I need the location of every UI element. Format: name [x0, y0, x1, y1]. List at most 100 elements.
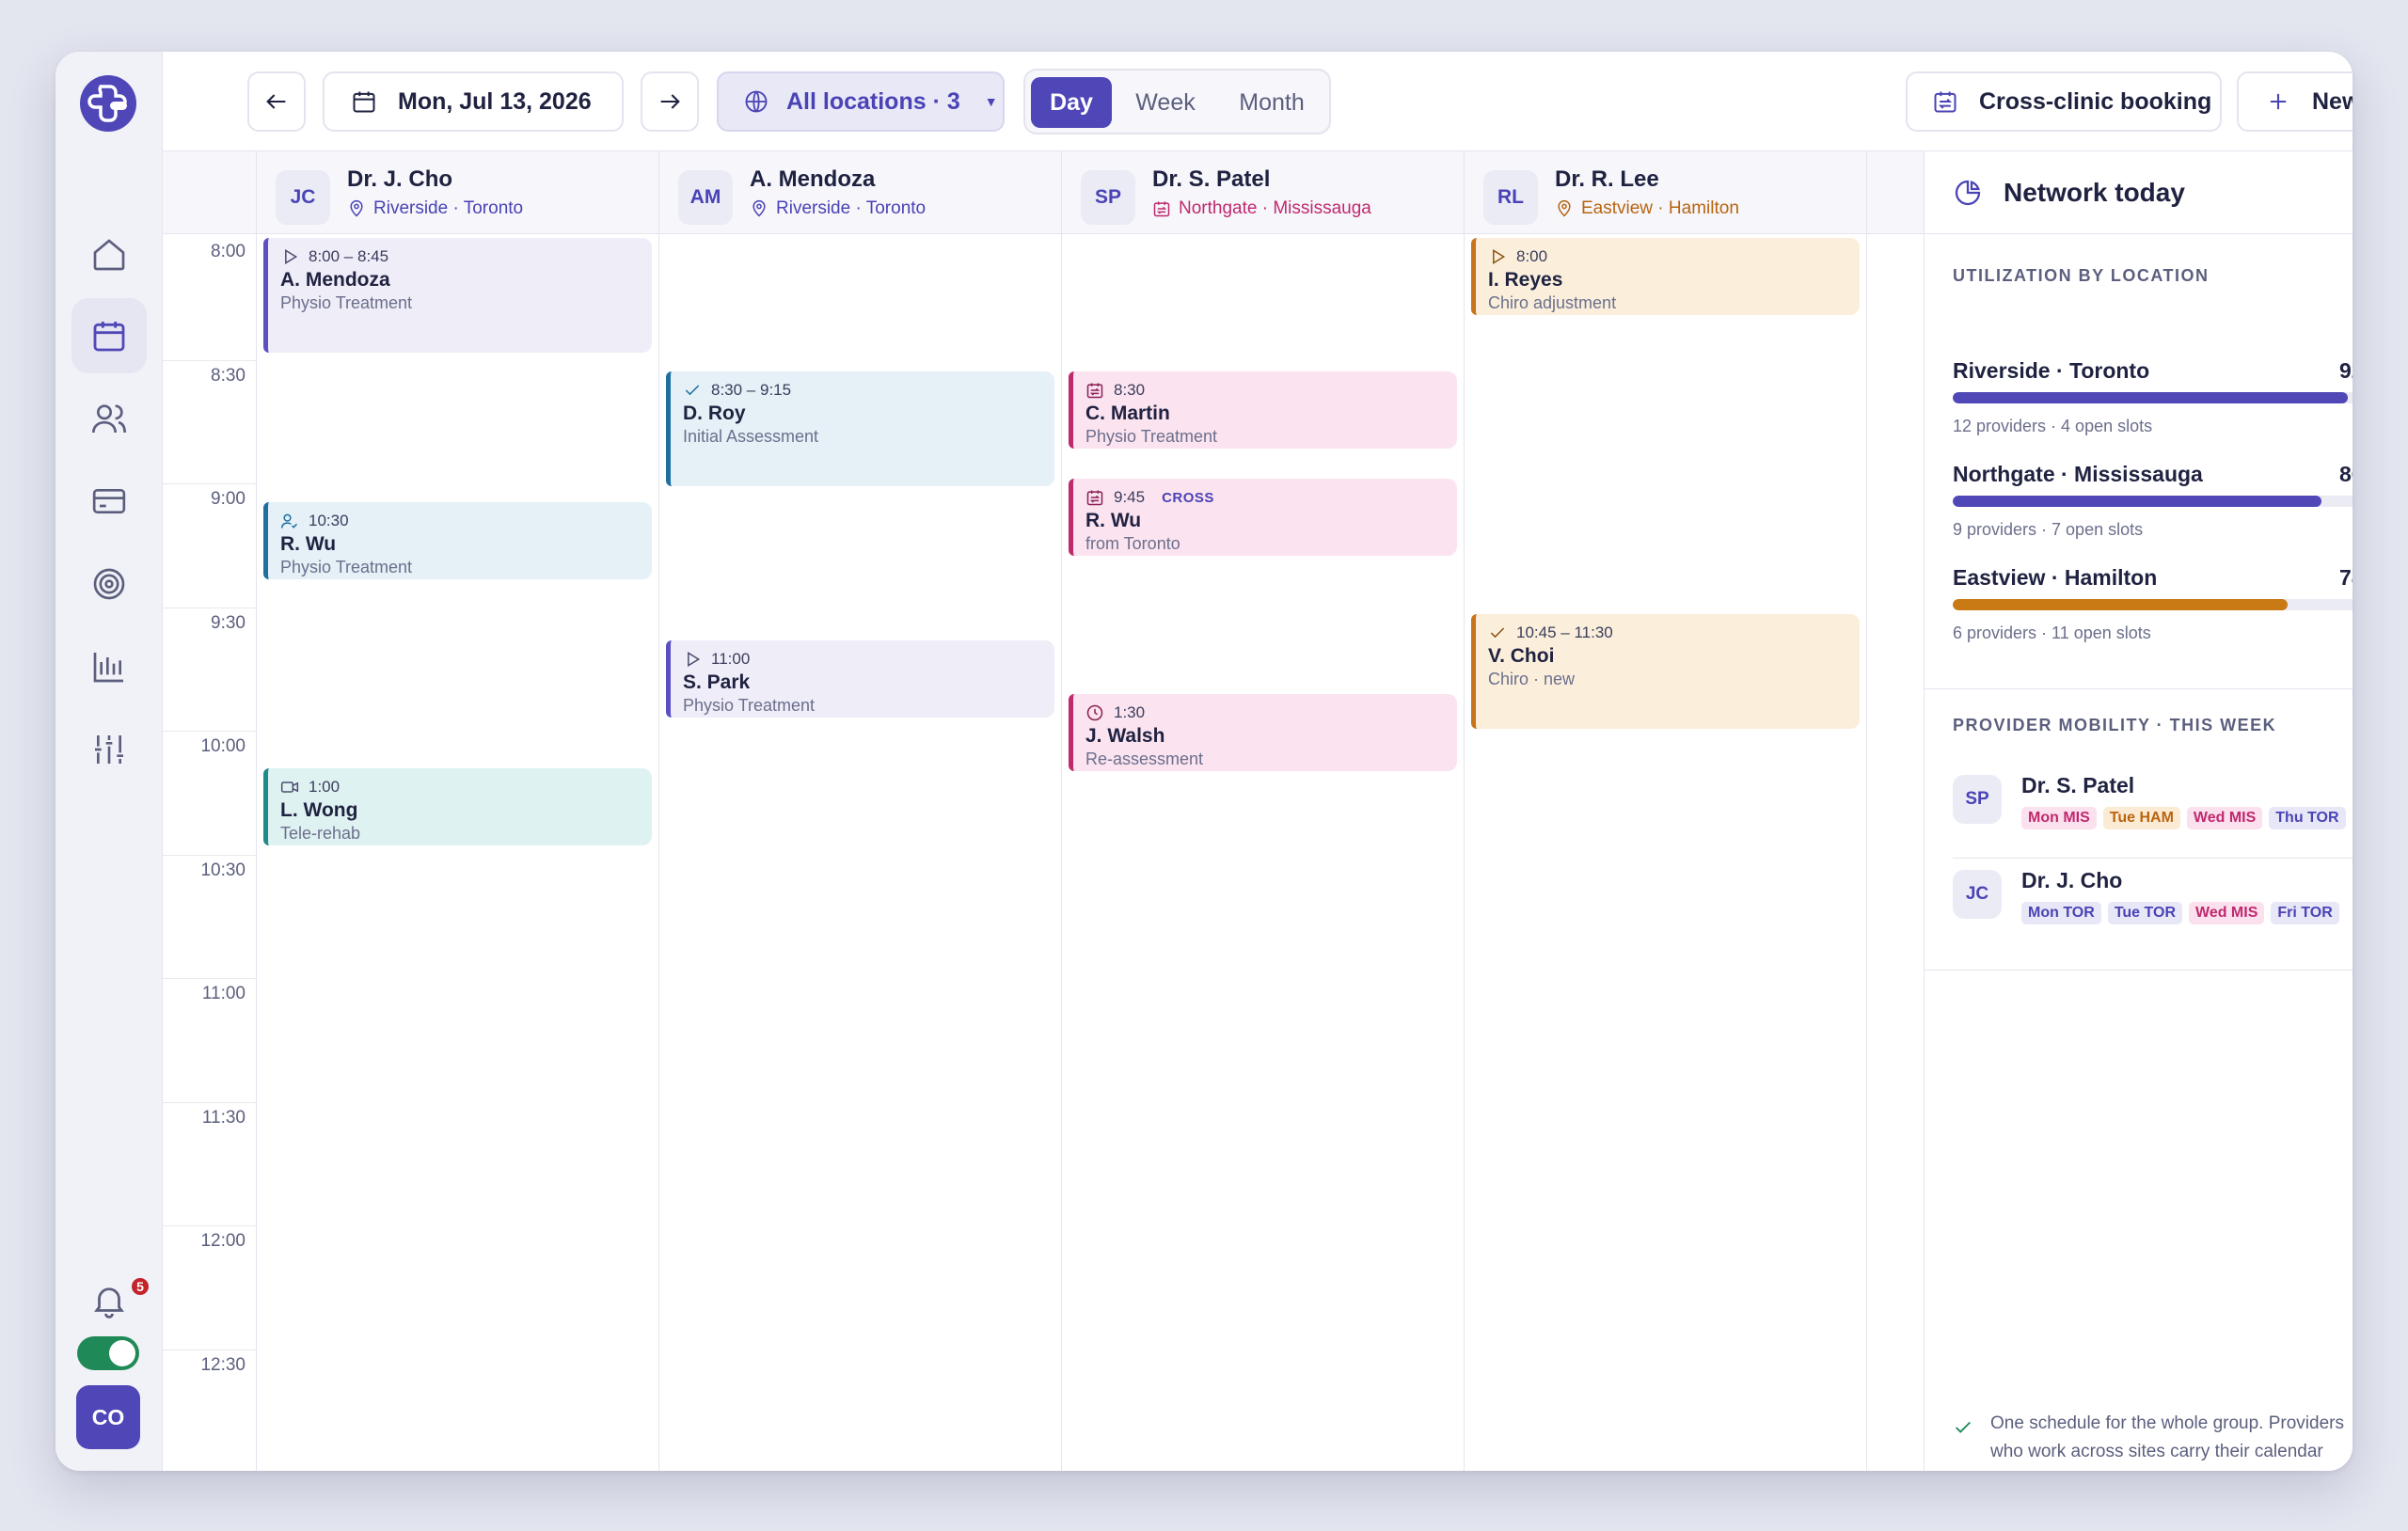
appointment-card[interactable]: 9:45 CROSS R. Wu from Toronto [1069, 479, 1457, 556]
time-label: 12:00 [200, 1231, 246, 1251]
provider-mobility-row[interactable]: SP Dr. S. Patel Mon MIS Tue HAM Wed MIS Thu T… [1953, 766, 2353, 859]
appointment-card[interactable]: 10:30 R. Wu Physio Treatment [263, 502, 652, 579]
play-icon [1493, 248, 1506, 265]
utilization-bar-fill [1953, 496, 2322, 507]
appointment-time: 9:45 [1114, 488, 1146, 506]
view-day-tab[interactable]: Day [1031, 77, 1112, 128]
provider-header[interactable]: AM A. Mendoza Riverside · Toronto [659, 151, 1061, 234]
provider-column[interactable]: JC Dr. J. Cho Riverside · Toronto 8:00 – 8:… [257, 151, 659, 1471]
location-name: Northgate · Mississauga [1953, 462, 2203, 486]
row-divider [1953, 858, 2353, 859]
time-label: 11:00 [201, 984, 246, 1003]
cross-clinic-booking-button[interactable]: Cross-clinic booking [1906, 71, 2222, 132]
status-toggle[interactable] [77, 1336, 139, 1370]
site-day-chip: Mon TOR [2021, 902, 2101, 924]
nav-goals[interactable] [71, 546, 147, 622]
provider-column[interactable]: AM A. Mendoza Riverside · Toronto 8:30 – 9:… [659, 151, 1062, 1471]
pie-chart-icon [1955, 180, 1981, 206]
pin-icon [350, 199, 363, 217]
appointment-card[interactable]: 8:00 – 8:45 A. Mendoza Physio Treatment [263, 238, 652, 353]
provider-column[interactable]: SP Dr. S. Patel Northgate · Mississauga 8:3… [1062, 151, 1465, 1471]
prev-day-button[interactable] [247, 71, 306, 132]
nav-calendar[interactable] [71, 298, 147, 373]
time-label: 11:30 [201, 1107, 246, 1128]
appointment-card[interactable]: 1:00 L. Wong Tele-rehab [263, 768, 652, 845]
provider-name: Dr. J. Cho [2021, 868, 2123, 892]
utilization-percent: 92% [2338, 358, 2353, 383]
view-week-tab[interactable]: Week [1119, 77, 1212, 128]
panel-divider [1925, 970, 2353, 971]
appointment-time: 8:00 [1516, 247, 1548, 265]
next-day-button[interactable] [641, 71, 699, 132]
provider-location-label: Eastview · Hamilton [1581, 198, 1739, 218]
clock-icon [1086, 704, 1103, 721]
provider-avatar: JC [276, 170, 330, 225]
provider-header[interactable]: JC Dr. J. Cho Riverside · Toronto [257, 151, 658, 234]
appointment-card[interactable]: 8:30 C. Martin Physio Treatment [1069, 371, 1457, 449]
users-icon [92, 404, 126, 434]
nav-billing[interactable] [71, 464, 147, 539]
appointment-type: Physio Treatment [683, 696, 816, 715]
time-label: 8:00 [211, 242, 246, 261]
appointment-time: 1:00 [309, 778, 341, 796]
appointment-card[interactable]: 8:30 – 9:15 D. Roy Initial Assessment [666, 371, 1054, 486]
appointment-time: 10:30 [309, 512, 349, 529]
provider-avatar: JC [1953, 870, 2002, 919]
appointment-type: Re-assessment [1085, 750, 1204, 768]
new-appointment-button[interactable]: New [2237, 71, 2353, 132]
user-avatar[interactable]: CO [76, 1385, 140, 1449]
view-month-tab[interactable]: Month [1219, 77, 1324, 128]
provider-header[interactable]: SP Dr. S. Patel Northgate · Mississauga [1062, 151, 1464, 234]
locations-dropdown[interactable]: All locations · 3 ▼ [717, 71, 1005, 132]
locations-label: All locations · 3 [786, 87, 960, 115]
nav-reports[interactable] [71, 629, 147, 704]
location-name: Riverside · Toronto [1953, 358, 2150, 383]
appointment-type: Physio Treatment [280, 293, 413, 312]
appointment-card[interactable]: 11:00 S. Park Physio Treatment [666, 640, 1054, 718]
check-icon [1956, 1421, 1971, 1433]
appointment-patient: D. Roy [683, 402, 746, 424]
utilization-caption: UTILIZATION BY LOCATION [1953, 266, 2210, 285]
provider-column[interactable]: RL Dr. R. Lee Eastview · Hamilton 8:00 I. Re… [1465, 151, 1867, 1471]
settings-sliders-icon [95, 735, 123, 764]
appointment-type: Chiro · new [1488, 670, 1576, 688]
appointment-time: 11:00 [711, 650, 751, 668]
time-gridline [163, 731, 257, 732]
appointment-time: 8:30 [1114, 381, 1146, 399]
site-day-chip: Tue TOR [2107, 902, 2182, 924]
toolbar: Mon, Jul 13, 2026 All locations · 3 ▼ Da… [163, 52, 2353, 151]
time-label: 12:30 [200, 1354, 246, 1375]
appointment-type: Initial Assessment [683, 427, 819, 446]
location-capacity: 6 providers · 11 open slots [1953, 623, 2151, 642]
app-logo[interactable] [80, 75, 136, 132]
chevron-down-icon: ▼ [984, 94, 998, 109]
appointment-type: Physio Treatment [280, 558, 413, 576]
nav-home[interactable] [71, 217, 147, 292]
calendar-swap-icon [1086, 383, 1103, 399]
utilization-bar [1953, 392, 2353, 403]
provider-avatar: SP [1081, 170, 1135, 225]
provider-location-label: Riverside · Toronto [776, 198, 927, 218]
appointment-card[interactable]: 10:45 – 11:30 V. Choi Chiro · new [1471, 614, 1860, 729]
date-picker[interactable]: Mon, Jul 13, 2026 [323, 71, 624, 132]
appointment-type: Tele-rehab [280, 824, 361, 843]
provider-location: Eastview · Hamilton [1555, 198, 1739, 219]
nav-patients[interactable] [71, 381, 147, 456]
provider-avatar: RL [1483, 170, 1538, 225]
notifications-button[interactable]: 5 [71, 1263, 150, 1338]
new-label: New [2312, 87, 2353, 115]
nav-settings[interactable] [71, 712, 147, 787]
play-icon [285, 248, 298, 265]
time-label: 9:00 [211, 489, 246, 509]
footer-text: One schedule for the whole group. Provid… [1990, 1413, 2344, 1471]
appointment-time-row: 8:30 [1085, 381, 1457, 400]
footer-note: One schedule for the whole group. Provid… [1953, 1410, 2353, 1471]
provider-header[interactable]: RL Dr. R. Lee Eastview · Hamilton [1465, 151, 1866, 234]
appointment-patient: S. Park [683, 671, 751, 693]
appointment-time: 8:00 – 8:45 [309, 247, 389, 265]
pin-icon [1558, 199, 1571, 217]
provider-name: Dr. S. Patel [2021, 773, 2135, 797]
provider-mobility-row[interactable]: JC Dr. J. Cho Mon TOR Tue TOR Wed MIS Fri TOR [1953, 860, 2353, 951]
appointment-card[interactable]: 8:00 I. Reyes Chiro adjustment [1471, 238, 1860, 315]
appointment-card[interactable]: 1:30 J. Walsh Re-assessment [1069, 694, 1457, 771]
